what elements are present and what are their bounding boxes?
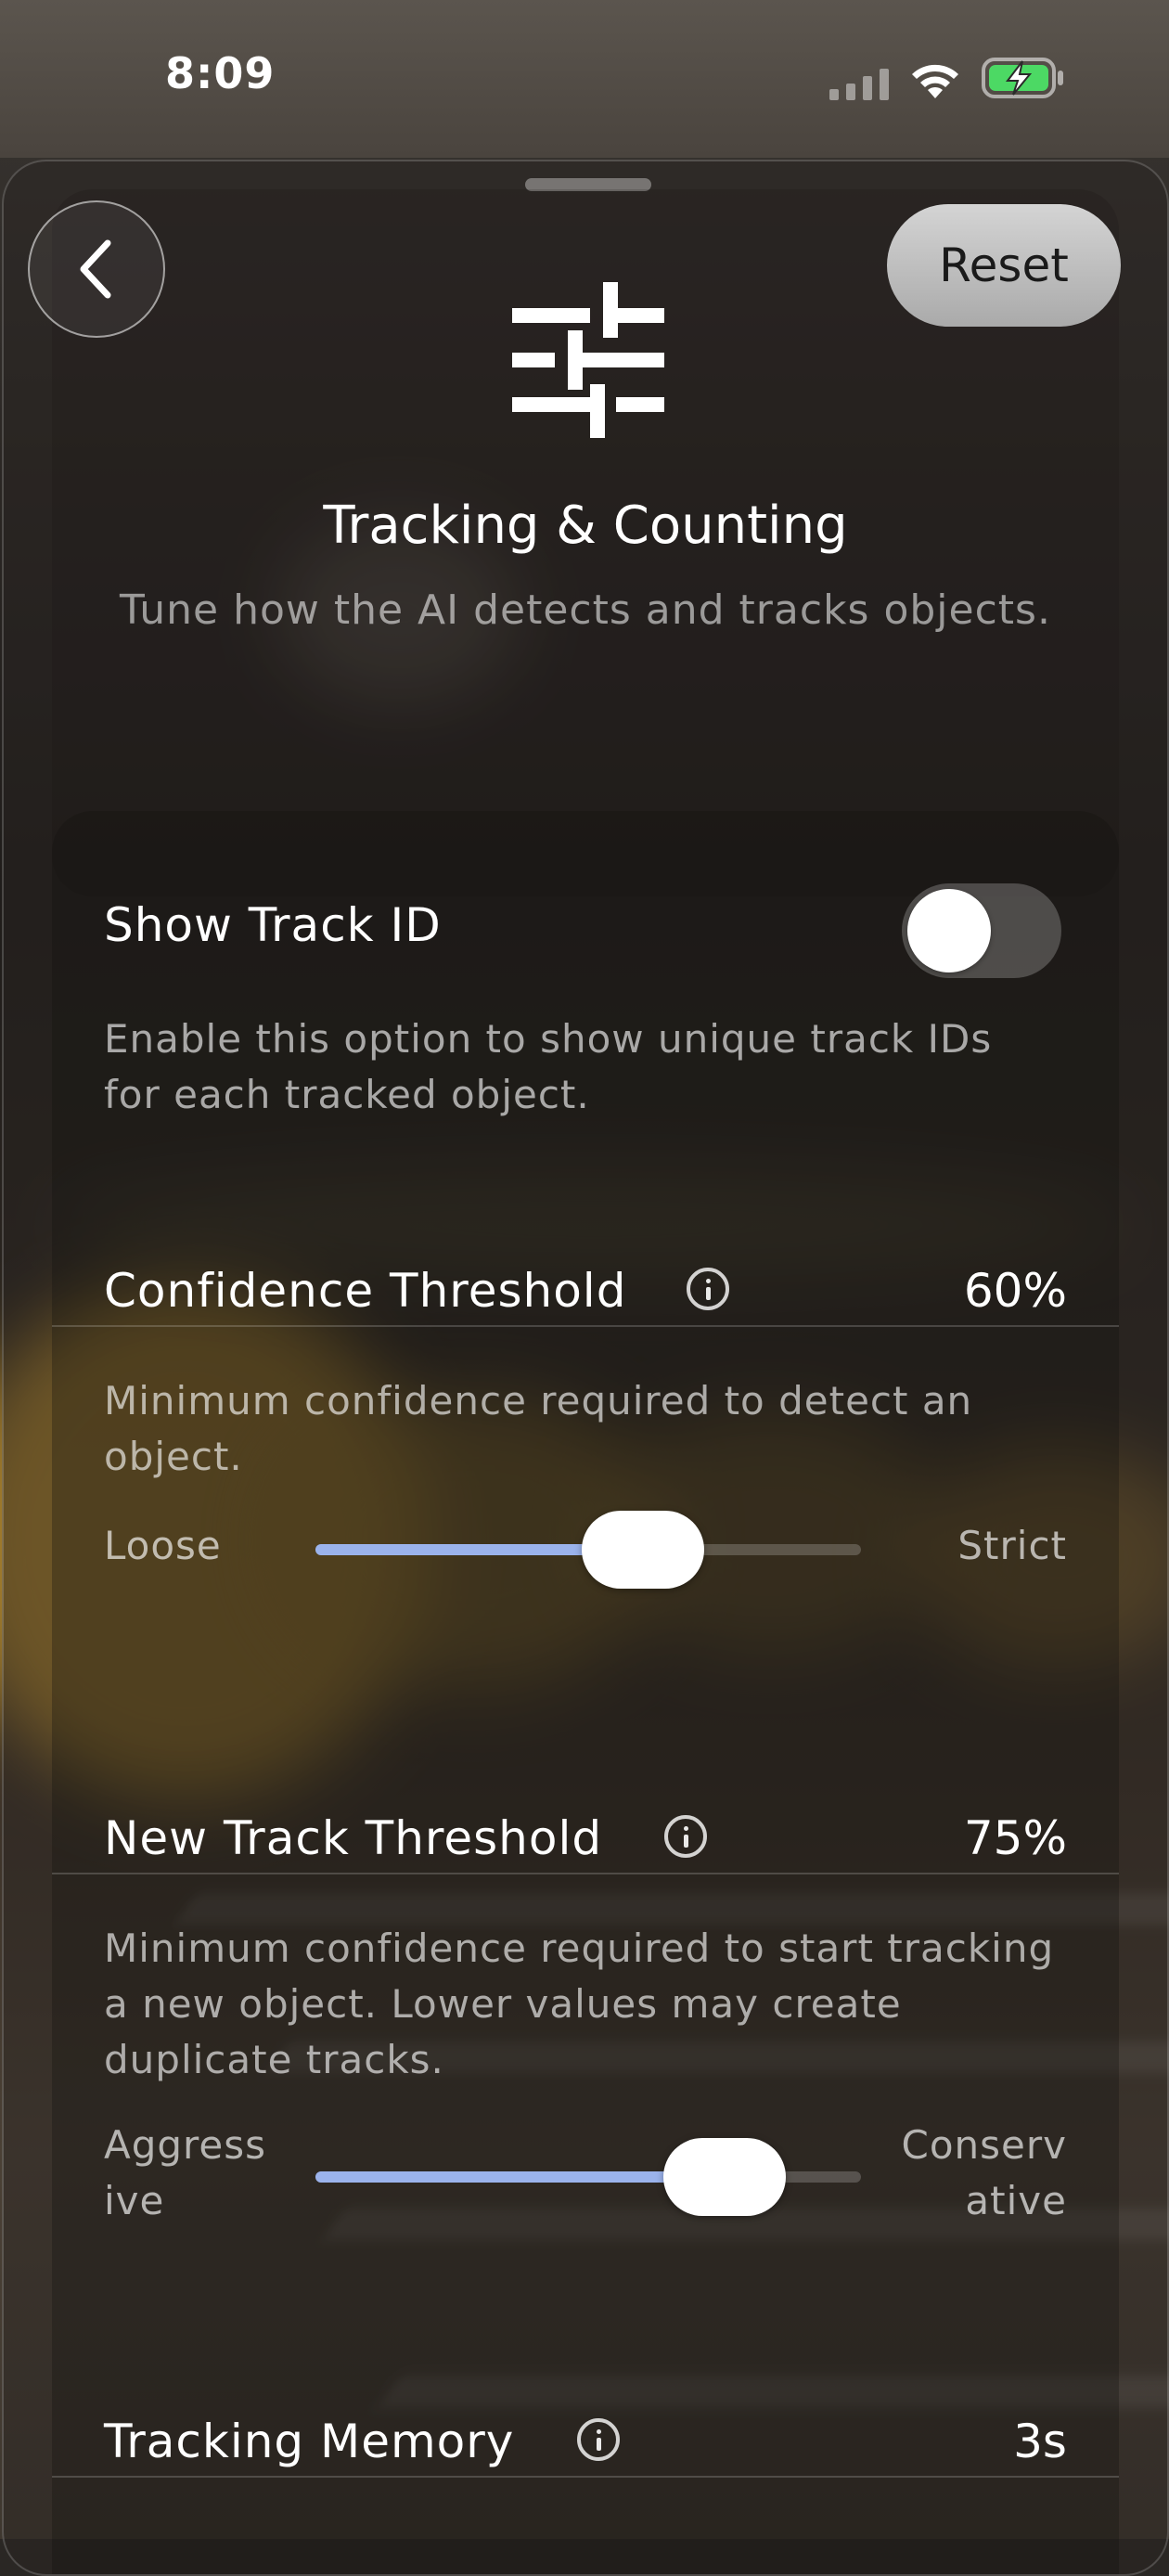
status-time: 8:09 <box>165 48 276 98</box>
toggle-knob <box>907 889 991 972</box>
settings-card: Show Track ID Enable this option to show… <box>52 811 1119 2574</box>
show-track-id-description: Enable this option to show unique track … <box>104 1016 993 1117</box>
max-label-line-2: ative <box>965 2178 1067 2223</box>
new-track-threshold-value: 75% <box>963 1811 1067 1865</box>
confidence-max-label: Strict <box>957 1523 1067 1568</box>
show-track-id-title: Show Track ID <box>104 898 442 952</box>
chevron-left-icon <box>80 239 111 299</box>
tracking-memory-title: Tracking Memory <box>104 2415 515 2468</box>
min-label-line-2: ive <box>104 2178 165 2223</box>
confidence-min-label: Loose <box>104 1523 222 1568</box>
sliders-icon <box>512 282 664 438</box>
page-subtitle: Tune how the AI detects and tracks objec… <box>120 586 1051 634</box>
confidence-threshold-value: 60% <box>963 1264 1067 1318</box>
new-track-slider[interactable] <box>315 2138 861 2216</box>
divider <box>52 2476 1119 2478</box>
settings-sheet: Reset Tracking & Counting Tune how the A… <box>2 160 1169 2576</box>
confidence-info-icon[interactable] <box>687 1268 729 1310</box>
divider <box>52 1325 1119 1327</box>
confidence-threshold-description: Minimum confidence required to detect an… <box>104 1378 973 1479</box>
new-track-threshold-title: New Track Threshold <box>104 1811 603 1865</box>
confidence-slider[interactable] <box>315 1511 861 1589</box>
status-bar: 8:09 <box>0 0 1169 158</box>
back-button[interactable] <box>28 200 165 338</box>
new-track-min-label: Aggress ive <box>104 2118 266 2229</box>
page-title: Tracking & Counting <box>323 496 848 556</box>
new-track-threshold-description: Minimum confidence required to start tra… <box>104 1926 1055 2082</box>
divider <box>52 1873 1119 1874</box>
signal-icon <box>829 69 889 100</box>
tracking-memory-value: 3s <box>1013 2415 1067 2468</box>
slider-thumb[interactable] <box>663 2138 786 2216</box>
max-label-line-1: Conserv <box>901 2122 1067 2168</box>
confidence-threshold-title: Confidence Threshold <box>104 1264 627 1318</box>
new-track-info-icon[interactable] <box>664 1815 707 1858</box>
wifi-icon <box>912 64 958 98</box>
min-label-line-1: Aggress <box>104 2122 266 2168</box>
battery-charging-icon <box>982 58 1063 98</box>
show-track-id-toggle[interactable] <box>902 883 1061 978</box>
tracking-memory-info-icon[interactable] <box>577 2418 620 2461</box>
new-track-max-label: Conserv ative <box>902 2118 1068 2229</box>
reset-button[interactable]: Reset <box>887 204 1121 327</box>
slider-thumb[interactable] <box>581 1511 704 1589</box>
